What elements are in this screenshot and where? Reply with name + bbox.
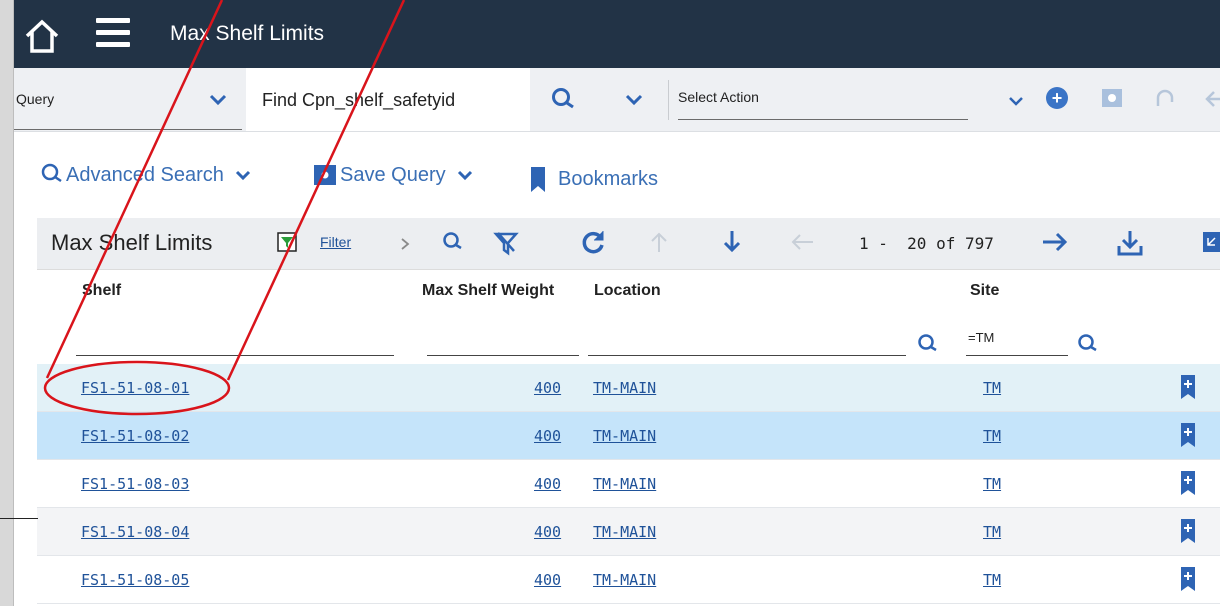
search-icon[interactable] bbox=[550, 86, 578, 114]
bookmark-icon bbox=[531, 167, 545, 192]
save-query-label: Save Query bbox=[340, 163, 446, 186]
bookmarks-label: Bookmarks bbox=[558, 167, 659, 190]
shelf-link[interactable]: FS1-51-08-02 bbox=[81, 427, 189, 445]
back-arrow-icon[interactable] bbox=[1202, 86, 1220, 112]
location-link[interactable]: TM-MAIN bbox=[593, 571, 656, 589]
top-navigation-bar: Max Shelf Limits bbox=[14, 0, 1220, 68]
search-icon[interactable] bbox=[1076, 332, 1102, 358]
find-input[interactable]: Find Cpn_shelf_safetyid bbox=[246, 68, 530, 131]
chevron-down-icon[interactable] bbox=[454, 164, 476, 186]
download-icon[interactable] bbox=[1115, 228, 1145, 258]
weight-value[interactable]: 400 bbox=[534, 475, 561, 493]
column-header-location[interactable]: Location bbox=[594, 282, 661, 300]
clear-filter-icon[interactable] bbox=[493, 229, 519, 257]
shelf-link[interactable]: FS1-51-08-03 bbox=[81, 475, 189, 493]
table-row[interactable]: FS1-51-08-02 400 TM-MAIN TM bbox=[37, 412, 1220, 460]
location-link[interactable]: TM-MAIN bbox=[593, 475, 656, 493]
location-link[interactable]: TM-MAIN bbox=[593, 427, 656, 445]
arrow-up-icon[interactable] bbox=[647, 230, 671, 256]
home-icon[interactable] bbox=[22, 17, 62, 57]
weight-value[interactable]: 400 bbox=[534, 571, 561, 589]
shelf-filter-input[interactable] bbox=[76, 355, 394, 356]
find-input-value: Find Cpn_shelf_safetyid bbox=[262, 90, 456, 110]
pagination-text: 1 - 20 of 797 bbox=[859, 234, 994, 253]
search-icon bbox=[41, 163, 62, 183]
site-filter-value[interactable]: =TM bbox=[968, 330, 994, 345]
site-link[interactable]: TM bbox=[983, 571, 1001, 589]
advanced-search-link[interactable]: Advanced Search bbox=[40, 162, 254, 188]
bookmark-add-icon[interactable] bbox=[1181, 471, 1195, 495]
site-link[interactable]: TM bbox=[983, 379, 1001, 397]
column-header-site[interactable]: Site bbox=[970, 282, 999, 300]
filter-link[interactable]: Filter bbox=[320, 234, 351, 250]
shelf-link[interactable]: FS1-51-08-05 bbox=[81, 571, 189, 589]
table-row[interactable]: FS1-51-08-05 400 TM-MAIN TM bbox=[37, 556, 1220, 604]
chevron-down-icon[interactable] bbox=[206, 88, 230, 112]
search-icon[interactable] bbox=[916, 332, 942, 358]
location-link[interactable]: TM-MAIN bbox=[593, 379, 656, 397]
table-row[interactable]: FS1-51-08-04 400 TM-MAIN TM bbox=[37, 508, 1220, 556]
hamburger-menu-icon[interactable] bbox=[96, 18, 136, 54]
query-bar: Query Find Cpn_shelf_safetyid Select Act… bbox=[14, 68, 1220, 132]
location-link[interactable]: TM-MAIN bbox=[593, 523, 656, 541]
bookmark-add-icon[interactable] bbox=[1181, 519, 1195, 543]
arrow-right-icon[interactable] bbox=[1039, 228, 1069, 256]
grid-title: Max Shelf Limits bbox=[51, 230, 213, 255]
column-header-shelf[interactable]: Shelf bbox=[82, 282, 121, 300]
weight-filter-input[interactable] bbox=[427, 355, 579, 356]
select-action-dropdown[interactable]: Select Action bbox=[678, 80, 968, 120]
window-edge bbox=[0, 0, 14, 606]
site-link[interactable]: TM bbox=[983, 523, 1001, 541]
chevron-down-icon[interactable] bbox=[232, 164, 254, 186]
grid-toolbar: Max Shelf Limits Filter 1 - 20 of 797 bbox=[37, 218, 1220, 270]
expand-icon[interactable] bbox=[1203, 232, 1220, 252]
save-query-icon bbox=[314, 165, 336, 185]
shelf-link[interactable]: FS1-51-08-01 bbox=[81, 379, 189, 397]
app-title: Max Shelf Limits bbox=[170, 22, 325, 45]
shelf-link[interactable]: FS1-51-08-04 bbox=[81, 523, 189, 541]
image-icon[interactable] bbox=[1100, 86, 1124, 110]
chevron-down-icon[interactable] bbox=[1004, 89, 1028, 113]
bookmarks-link[interactable]: Bookmarks bbox=[526, 164, 658, 194]
site-link[interactable]: TM bbox=[983, 427, 1001, 445]
search-icon[interactable] bbox=[441, 230, 467, 256]
site-filter-input[interactable] bbox=[966, 355, 1068, 356]
bookmark-add-icon[interactable] bbox=[1181, 567, 1195, 591]
table-row[interactable]: FS1-51-08-03 400 TM-MAIN TM bbox=[37, 460, 1220, 508]
table-row[interactable]: FS1-51-08-01 400 TM-MAIN TM bbox=[37, 364, 1220, 412]
arrow-down-icon[interactable] bbox=[720, 228, 744, 256]
advanced-search-label: Advanced Search bbox=[66, 163, 224, 186]
save-query-link[interactable]: Save Query bbox=[310, 162, 476, 188]
add-icon[interactable]: + bbox=[1046, 87, 1068, 109]
weight-value[interactable]: 400 bbox=[534, 379, 561, 397]
divider bbox=[668, 80, 669, 120]
location-filter-input[interactable] bbox=[588, 355, 906, 356]
select-action-label: Select Action bbox=[678, 89, 759, 105]
bookmark-add-icon[interactable] bbox=[1181, 423, 1195, 447]
query-select[interactable]: Query bbox=[14, 68, 242, 130]
weight-value[interactable]: 400 bbox=[534, 427, 561, 445]
app-window: Max Shelf Limits Query Find Cpn_shelf_sa… bbox=[0, 0, 1220, 606]
query-tools: Advanced Search Save Query Bookmarks bbox=[14, 158, 1220, 200]
chevron-down-icon[interactable] bbox=[622, 88, 646, 112]
refresh-icon[interactable] bbox=[579, 228, 607, 256]
site-link[interactable]: TM bbox=[983, 475, 1001, 493]
undo-icon[interactable] bbox=[1152, 86, 1178, 112]
query-select-label: Query bbox=[16, 91, 55, 107]
bookmark-add-icon[interactable] bbox=[1181, 375, 1195, 399]
column-header-max-shelf-weight[interactable]: Max Shelf Weight bbox=[422, 282, 554, 300]
arrow-left-icon[interactable] bbox=[789, 230, 817, 254]
filter-toggle-icon[interactable] bbox=[277, 232, 297, 252]
chevron-right-icon[interactable] bbox=[397, 234, 413, 254]
divider bbox=[0, 518, 38, 519]
weight-value[interactable]: 400 bbox=[534, 523, 561, 541]
